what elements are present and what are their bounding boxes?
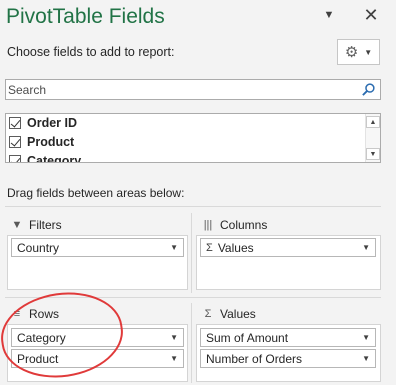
values-label: Values xyxy=(220,307,256,321)
rows-drop-area[interactable]: Category ▼ Product ▼ xyxy=(7,324,188,382)
field-label: Product xyxy=(27,135,75,149)
field-list: Order ID Product Category ▲ ▼ xyxy=(5,113,381,163)
field-item-product[interactable]: Product xyxy=(6,133,74,151)
scroll-down-icon[interactable]: ▼ xyxy=(366,148,380,160)
chip-label: Country xyxy=(17,240,60,255)
field-item-order-id[interactable]: Order ID xyxy=(6,114,77,132)
chevron-down-icon[interactable]: ▼ xyxy=(362,354,370,363)
chip-label: Sum of Amount xyxy=(206,330,289,345)
chevron-down-icon: ▼ xyxy=(364,47,373,57)
columns-area-header: ||| Columns xyxy=(200,216,268,234)
rows-field-chip[interactable]: Product ▼ xyxy=(11,349,184,368)
rows-field-chip[interactable]: Category ▼ xyxy=(11,328,184,347)
choose-fields-label: Choose fields to add to report: xyxy=(7,45,175,59)
drag-fields-label: Drag fields between areas below: xyxy=(7,186,185,200)
values-area-header: Σ Values xyxy=(200,305,256,323)
close-button[interactable]: ✕ xyxy=(362,4,380,25)
filters-area-header: ▼ Filters xyxy=(9,216,62,234)
field-label: Category xyxy=(27,154,82,163)
filters-field-chip[interactable]: Country ▼ xyxy=(11,238,184,257)
field-list-scrollbar[interactable]: ▲ ▼ xyxy=(365,114,380,162)
values-drop-area[interactable]: Sum of Amount ▼ Number of Orders ▼ xyxy=(196,324,381,382)
columns-drop-area[interactable]: Σ Values ▼ xyxy=(196,235,381,290)
chip-label: Number of Orders xyxy=(206,351,303,366)
chevron-down-icon[interactable]: ▼ xyxy=(362,333,370,342)
rows-area-header: ≡ Rows xyxy=(9,305,59,323)
field-label: Order ID xyxy=(27,116,78,130)
sigma-icon: Σ xyxy=(204,308,212,320)
chevron-down-icon[interactable]: ▼ xyxy=(362,243,370,252)
panel-title: PivotTable Fields xyxy=(6,5,165,28)
chevron-down-icon: ▼ xyxy=(323,9,335,21)
divider xyxy=(191,303,192,383)
chip-label: Values xyxy=(217,240,254,255)
columns-label: Columns xyxy=(220,218,268,232)
filter-icon: ▼ xyxy=(11,219,23,231)
field-checkbox[interactable] xyxy=(9,136,21,148)
filters-label: Filters xyxy=(29,218,62,232)
sigma-icon: Σ xyxy=(206,241,213,254)
columns-field-chip[interactable]: Σ Values ▼ xyxy=(200,238,376,257)
gear-icon: ⚙ xyxy=(344,44,359,61)
values-field-chip[interactable]: Number of Orders ▼ xyxy=(200,349,376,368)
chevron-down-icon[interactable]: ▼ xyxy=(170,243,178,252)
rows-icon: ≡ xyxy=(13,308,21,320)
close-icon: ✕ xyxy=(363,4,379,25)
scroll-up-icon[interactable]: ▲ xyxy=(366,116,380,128)
divider xyxy=(191,213,192,293)
field-item-category[interactable]: Category xyxy=(6,152,82,163)
search-box xyxy=(5,79,381,100)
chip-label: Category xyxy=(17,330,66,345)
field-settings-button[interactable]: ⚙ ▼ xyxy=(337,39,380,65)
rows-label: Rows xyxy=(29,307,60,321)
field-checkbox[interactable] xyxy=(9,155,21,162)
chip-label: Product xyxy=(17,351,59,366)
search-icon[interactable] xyxy=(361,82,376,97)
values-field-chip[interactable]: Sum of Amount ▼ xyxy=(200,328,376,347)
filters-drop-area[interactable]: Country ▼ xyxy=(7,235,188,290)
columns-icon: ||| xyxy=(203,219,213,231)
divider xyxy=(5,206,381,207)
chevron-down-icon[interactable]: ▼ xyxy=(170,354,178,363)
chevron-down-icon[interactable]: ▼ xyxy=(170,333,178,342)
field-checkbox[interactable] xyxy=(9,117,21,129)
divider xyxy=(5,297,381,298)
search-input[interactable] xyxy=(6,80,346,99)
task-pane-options-button[interactable]: ▼ xyxy=(320,6,338,24)
